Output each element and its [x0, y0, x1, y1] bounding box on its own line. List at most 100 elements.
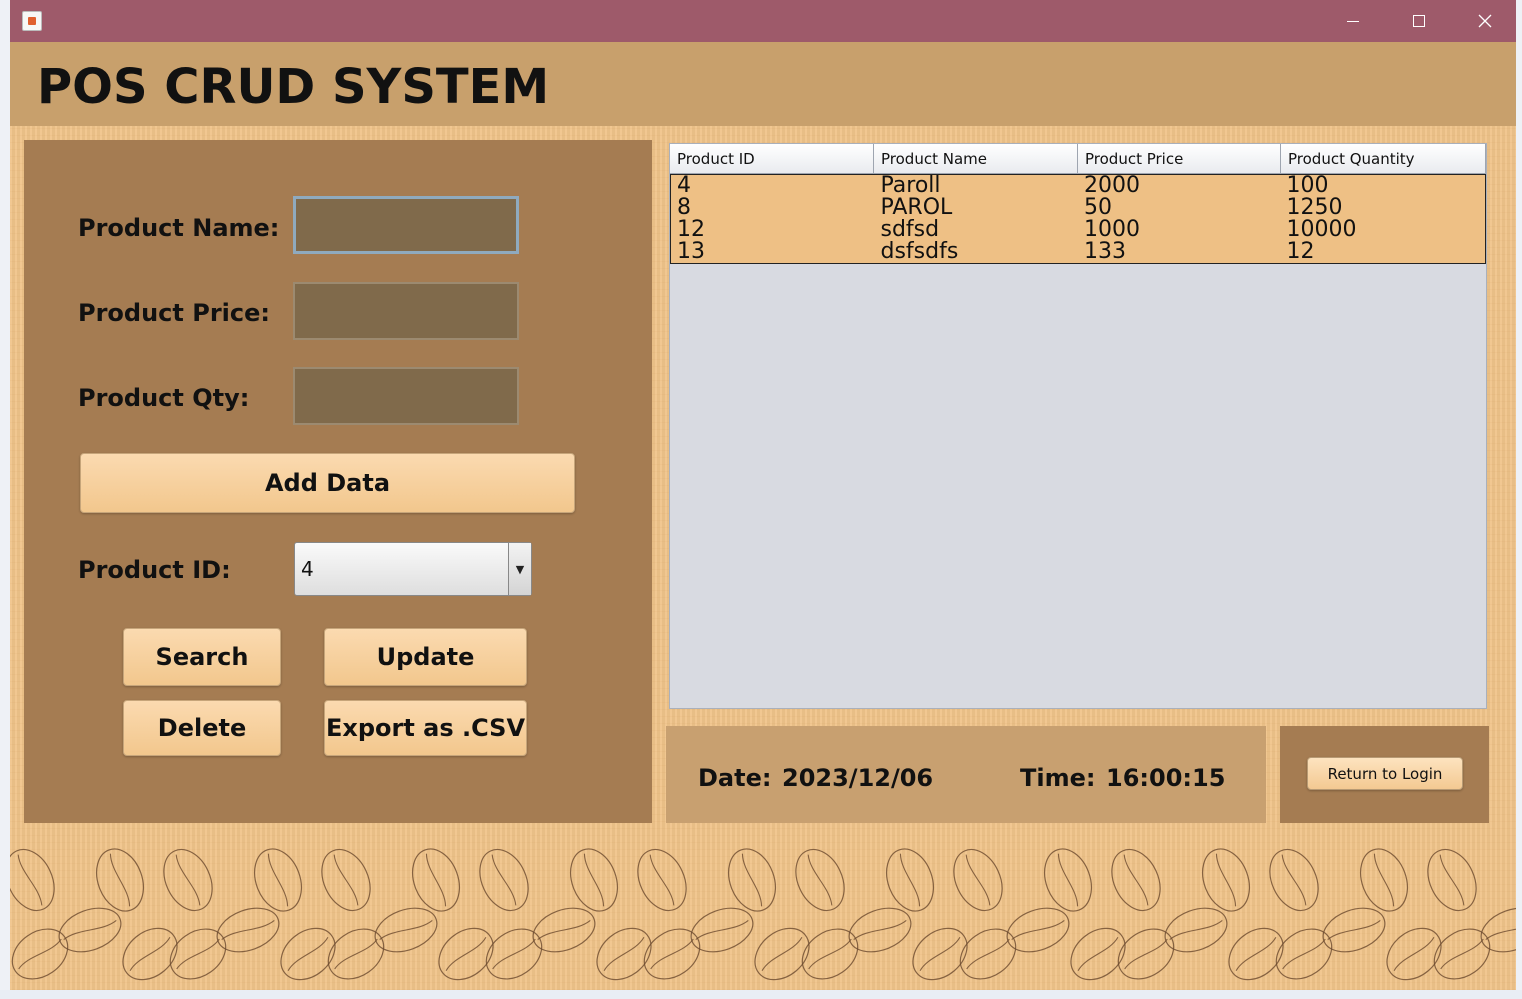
- title-bar[interactable]: [10, 0, 1516, 42]
- desktop-background-right: [1516, 0, 1522, 999]
- coffee-bean-icon: [570, 848, 618, 912]
- cell-product-quantity: 12: [1286, 239, 1315, 264]
- coffee-bean-icon: [1480, 907, 1516, 953]
- date-time-panel: Date: 2023/12/06 Time: 16:00:15: [666, 726, 1266, 823]
- close-icon: [1478, 14, 1492, 28]
- table-row[interactable]: 4 Paroll 2000 100: [671, 175, 1485, 197]
- coffee-bean-icon: [122, 927, 178, 981]
- product-form-panel: Product Name: Product Price: Product Qty…: [24, 140, 652, 823]
- coffee-bean-icon: [96, 848, 144, 912]
- search-button[interactable]: Search: [123, 628, 281, 686]
- cell-product-price: 50: [1084, 195, 1112, 220]
- return-panel: Return to Login: [1280, 726, 1489, 823]
- minimize-icon: [1347, 20, 1359, 22]
- coffee-bean-icon: [637, 848, 687, 912]
- column-header-product-id[interactable]: Product ID: [670, 144, 874, 174]
- product-id-selected-value: 4: [301, 557, 314, 581]
- export-csv-button[interactable]: Export as .CSV: [324, 700, 527, 756]
- cell-product-id: 12: [677, 217, 705, 242]
- column-header-product-price[interactable]: Product Price: [1078, 144, 1281, 174]
- coffee-bean-icon: [1360, 848, 1408, 912]
- delete-button[interactable]: Delete: [123, 700, 281, 756]
- coffee-bean-icon: [1164, 907, 1228, 953]
- coffee-bean-icon: [163, 848, 213, 912]
- product-name-label: Product Name:: [78, 214, 280, 242]
- cell-product-name: sdfsd: [880, 217, 940, 242]
- coffee-bean-icon: [795, 848, 845, 912]
- coffee-bean-icon: [1427, 848, 1477, 912]
- coffee-bean-icon: [10, 848, 55, 912]
- minimize-button[interactable]: [1320, 0, 1386, 42]
- coffee-bean-icon: [1228, 927, 1284, 981]
- table-row[interactable]: 13 dsfsdfs 133 12: [671, 241, 1485, 263]
- coffee-bean-icon: [169, 928, 227, 980]
- table-row[interactable]: 12 sdfsd 1000 10000: [671, 219, 1485, 241]
- coffee-bean-icon: [1044, 848, 1092, 912]
- coffee-bean-icon: [1275, 928, 1333, 980]
- coffee-bean-icon: [11, 928, 69, 980]
- coffee-bean-icon: [1006, 907, 1070, 953]
- column-header-product-name[interactable]: Product Name: [874, 144, 1078, 174]
- add-data-button[interactable]: Add Data: [80, 453, 575, 513]
- coffee-bean-icon: [754, 927, 810, 981]
- product-name-field[interactable]: [293, 196, 519, 254]
- coffee-bean-icon: [479, 848, 529, 912]
- product-price-label: Product Price:: [78, 299, 270, 327]
- cell-product-price: 133: [1084, 239, 1126, 264]
- app-window: POS CRUD SYSTEM Product Name: Product Pr…: [10, 0, 1516, 990]
- cell-product-id: 4: [677, 174, 691, 198]
- product-id-select[interactable]: 4 ▼: [294, 542, 532, 596]
- return-to-login-button[interactable]: Return to Login: [1307, 757, 1463, 790]
- coffee-bean-icon: [216, 907, 280, 953]
- desktop-background-left: [0, 0, 10, 999]
- product-id-label: Product ID:: [78, 556, 231, 584]
- cell-product-quantity: 100: [1286, 174, 1329, 198]
- product-table[interactable]: Product ID Product Name Product Price Pr…: [669, 143, 1487, 709]
- coffee-bean-icon: [953, 848, 1003, 912]
- table-body: 4 Paroll 2000 100 8 PAROL 50 1250 12 sdf…: [670, 174, 1486, 264]
- time-label: Time:: [1020, 764, 1096, 792]
- coffee-bean-icon: [374, 907, 438, 953]
- coffee-bean-icon: [1117, 928, 1175, 980]
- coffee-bean-icon: [1433, 928, 1491, 980]
- coffee-bean-icon: [728, 848, 776, 912]
- header-bar: POS CRUD SYSTEM: [10, 42, 1516, 126]
- coffee-bean-icon: [58, 907, 122, 953]
- coffee-bean-icon: [1070, 927, 1126, 981]
- date-value: 2023/12/06: [782, 764, 934, 792]
- coffee-bean-icon: [848, 907, 912, 953]
- maximize-button[interactable]: [1386, 0, 1452, 42]
- cell-product-name: PAROL: [880, 195, 953, 220]
- page-title: POS CRUD SYSTEM: [37, 59, 550, 115]
- coffee-bean-icon: [1269, 848, 1319, 912]
- time-value: 16:00:15: [1106, 764, 1226, 792]
- coffee-bean-icon: [912, 927, 968, 981]
- coffee-bean-icon: [596, 927, 652, 981]
- cell-product-quantity: 10000: [1286, 217, 1357, 242]
- product-qty-field[interactable]: [293, 367, 519, 425]
- product-price-field[interactable]: [293, 282, 519, 340]
- coffee-bean-icon: [412, 848, 460, 912]
- coffee-bean-icon: [959, 928, 1017, 980]
- table-header: Product ID Product Name Product Price Pr…: [670, 144, 1486, 174]
- cell-product-id: 13: [677, 239, 705, 264]
- coffee-bean-icon: [690, 907, 754, 953]
- coffee-bean-icon: [1202, 848, 1250, 912]
- table-row[interactable]: 8 PAROL 50 1250: [671, 197, 1485, 219]
- coffee-bean-icon: [254, 848, 302, 912]
- coffee-bean-icon: [532, 907, 596, 953]
- coffee-bean-icon: [643, 928, 701, 980]
- cell-product-name: Paroll: [880, 174, 941, 198]
- coffee-bean-icon: [321, 848, 371, 912]
- column-header-product-quantity[interactable]: Product Quantity: [1281, 144, 1486, 174]
- cell-product-name: dsfsdfs: [880, 239, 959, 264]
- coffee-bean-icon: [327, 928, 385, 980]
- chevron-down-icon[interactable]: ▼: [508, 543, 531, 595]
- main-content: POS CRUD SYSTEM Product Name: Product Pr…: [10, 42, 1516, 990]
- coffee-bean-icon: [438, 927, 494, 981]
- coffee-bean-icon: [1111, 848, 1161, 912]
- coffee-bean-icon: [1510, 842, 1516, 917]
- product-qty-label: Product Qty:: [78, 384, 250, 412]
- update-button[interactable]: Update: [324, 628, 527, 686]
- close-button[interactable]: [1452, 0, 1516, 42]
